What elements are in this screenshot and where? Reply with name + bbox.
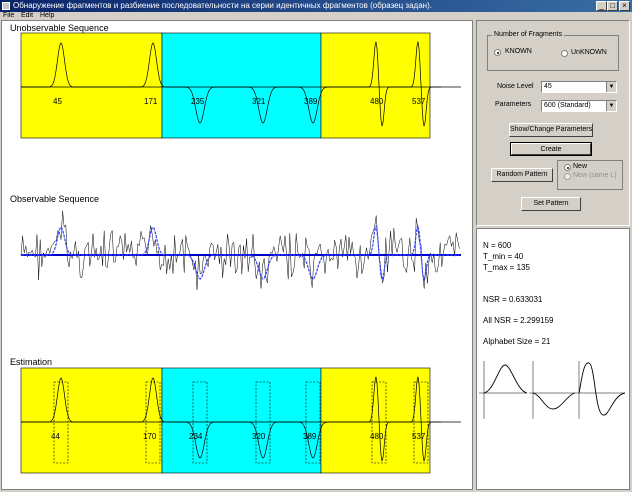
- maximize-button[interactable]: □: [607, 1, 618, 11]
- shape-wave: [578, 362, 626, 416]
- app-icon: [2, 2, 10, 10]
- parameters-select[interactable]: 600 (Standard) ▼: [541, 100, 617, 112]
- shape-dip: [532, 392, 576, 410]
- alphabet-shapes: [479, 361, 626, 419]
- noise-level-value: 45: [544, 83, 552, 90]
- info-panel: N = 600 T_min = 40 T_max = 135 NSR = 0.6…: [476, 228, 630, 490]
- minimize-button[interactable]: _: [596, 1, 607, 11]
- controls-panel: Number of Fragments KNOWN UnKNOWN Noise …: [476, 20, 630, 226]
- new-same-l-label: New (same L): [573, 172, 617, 179]
- noise-level-select[interactable]: 45 ▼: [541, 81, 617, 93]
- menu-edit[interactable]: Edit: [21, 12, 33, 20]
- create-button[interactable]: Create: [510, 142, 592, 156]
- chevron-down-icon: ▼: [606, 101, 616, 111]
- noise-level-label: Noise Level: [497, 83, 534, 90]
- set-pattern-button[interactable]: Set Pattern: [521, 197, 581, 211]
- estimation-label: 170: [143, 432, 157, 441]
- estimation-plot: 44 170 234 320 389 480 537: [20, 367, 461, 474]
- random-pattern-button[interactable]: Random Pattern: [491, 168, 553, 182]
- alphabet-size-value: Alphabet Size = 21: [483, 337, 551, 346]
- marker-label: 537: [412, 97, 426, 106]
- marker-label: 321: [252, 97, 266, 106]
- chevron-down-icon: ▼: [606, 82, 616, 92]
- new-radio[interactable]: [564, 164, 571, 171]
- estimation-label: 537: [412, 432, 426, 441]
- marker-label: 235: [191, 97, 205, 106]
- estimation-label: 320: [252, 432, 266, 441]
- observable-plot: [20, 210, 461, 290]
- estimation-label: 44: [51, 432, 60, 441]
- nsr-value: NSR = 0.633031: [483, 295, 543, 304]
- shape-bump: [483, 364, 528, 394]
- unknown-label: UnKNOWN: [571, 49, 607, 56]
- marker-label: 480: [370, 97, 384, 106]
- marker-label: 389: [304, 97, 318, 106]
- all-nsr-value: All NSR = 2.299159: [483, 316, 554, 325]
- known-radio[interactable]: [494, 49, 501, 56]
- title-bar: Обнаружение фрагментов и разбиение после…: [0, 0, 632, 12]
- marker-label: 45: [53, 97, 62, 106]
- menu-bar: File Edit Help: [0, 12, 632, 20]
- plot-panel: Unobservable Sequence Observable Sequenc…: [1, 20, 473, 490]
- menu-help[interactable]: Help: [40, 12, 54, 20]
- marker-label: 171: [144, 97, 158, 106]
- window-title: Обнаружение фрагментов и разбиение после…: [13, 1, 432, 10]
- fragments-group-title: Number of Fragments: [492, 31, 565, 39]
- parameters-label: Parameters: [495, 101, 532, 108]
- estimation-label: 480: [370, 432, 384, 441]
- known-label: KNOWN: [505, 48, 532, 55]
- estimation-label: 389: [303, 432, 317, 441]
- new-same-l-radio[interactable]: [564, 173, 571, 180]
- show-change-parameters-button[interactable]: Show/Change Parameters: [509, 123, 593, 137]
- tmax-value: T_max = 135: [483, 263, 530, 272]
- menu-file[interactable]: File: [3, 12, 14, 20]
- parameters-value: 600 (Standard): [544, 102, 591, 109]
- unobservable-plot: 45 171 235 321 389 480 537: [20, 32, 461, 139]
- tmin-value: T_min = 40: [483, 252, 524, 261]
- unknown-radio[interactable]: [561, 50, 568, 57]
- plots-canvas: 45 171 235 321 389 480 537 44 170 234 32…: [20, 32, 461, 474]
- new-label: New: [573, 163, 588, 170]
- close-button[interactable]: ×: [619, 1, 630, 11]
- estimation-label: 234: [189, 432, 203, 441]
- n-value: N = 600: [483, 241, 512, 250]
